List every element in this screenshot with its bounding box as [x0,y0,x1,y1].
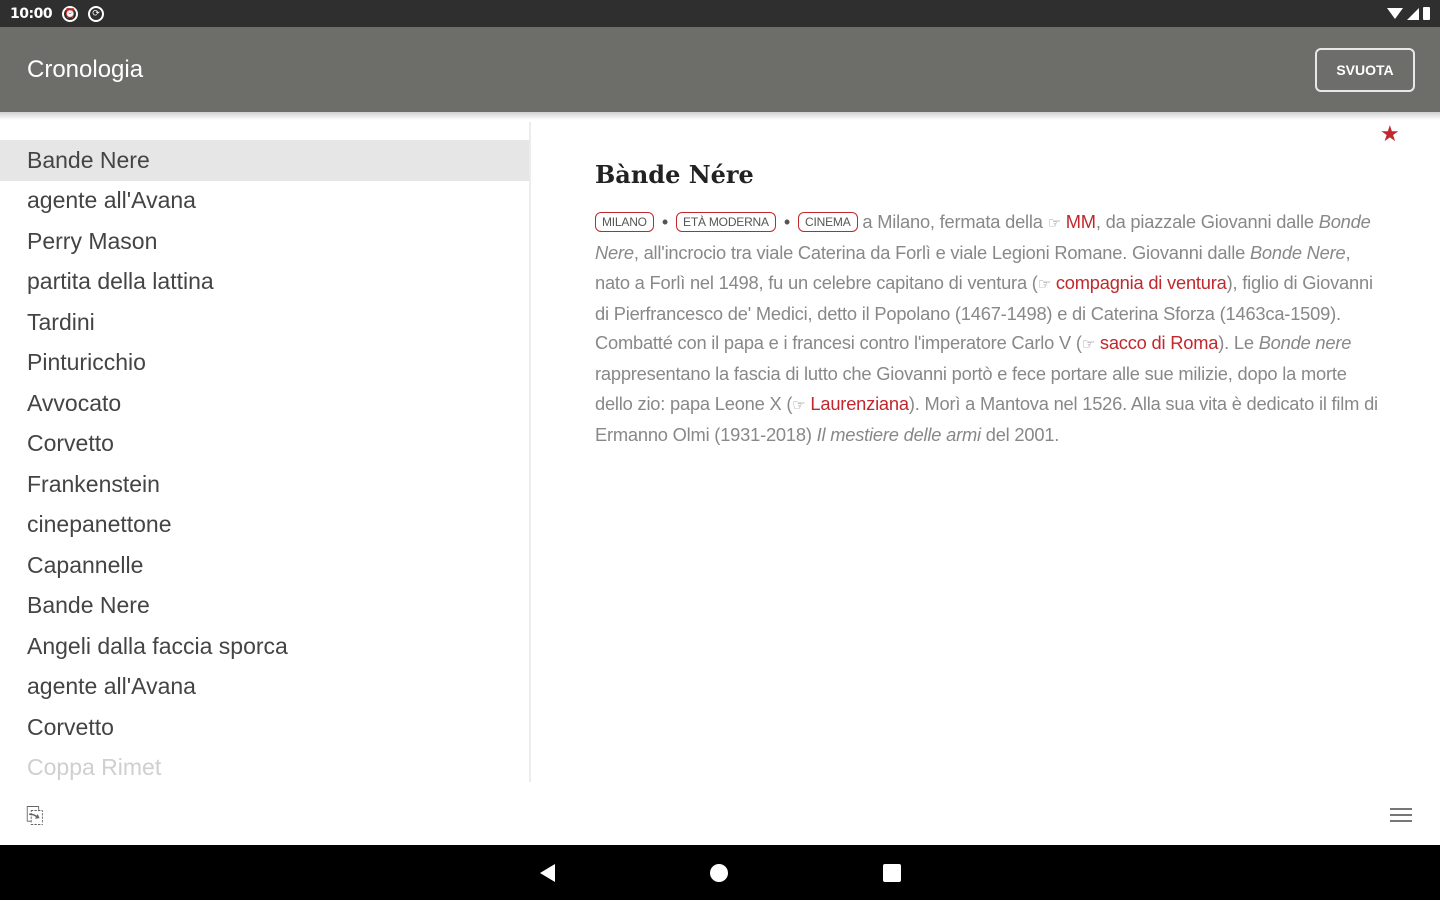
pointing-hand-icon: ☞ [792,396,806,414]
link-compagnia-di-ventura[interactable]: compagnia di ventura [1056,272,1227,293]
list-item[interactable]: Corvetto [0,424,530,465]
entry-detail: Bànde Nére MILANO • ETÀ MODERNA • CINEMA a M… [595,160,1385,449]
list-item[interactable]: agente all'Avana [0,181,530,222]
list-item[interactable]: Coppa Rimet [0,748,530,780]
body-italic: Bonde nere [1258,332,1352,354]
body-italic: Il mestiere delle armi [816,424,981,446]
system-nav-bar [0,845,1440,900]
page-title: Cronologia [27,55,144,83]
clear-history-button[interactable]: SVUOTA [1315,47,1415,92]
sync-icon: ⟳ [88,5,105,22]
tag-milano[interactable]: MILANO [595,212,654,232]
body-text: , da piazzale Giovanni dalle [1095,211,1314,232]
list-item[interactable]: cinepanettone [0,505,530,546]
pointing-hand-icon: ☞ [1081,336,1095,354]
list-item[interactable]: Avvocato [0,383,530,424]
history-list-icon[interactable]: ⎘ [26,804,52,830]
recent-apps-icon[interactable] [882,863,901,882]
tag-cinema[interactable]: CINEMA [798,212,858,232]
bottom-toolbar: ⎘ [0,790,1440,842]
tag-eta-moderna[interactable]: ETÀ MODERNA [676,212,776,232]
link-laurenziana[interactable]: Laurenziana [810,393,909,414]
pointing-hand-icon: ☞ [1037,275,1051,293]
list-item[interactable]: Frankenstein [0,464,530,505]
signal-icon [1407,7,1419,20]
alarm-icon: ⏰ [62,5,79,22]
status-bar: 10:00 ⏰ ⟳ [0,0,1440,27]
body-text: , all'incrocio tra viale Caterina da For… [633,242,1246,264]
list-item[interactable]: Bande Nere [0,586,530,627]
entry-body: MILANO • ETÀ MODERNA • CINEMA a Milano, ferm… [595,207,1385,449]
tag-separator: • [783,211,791,232]
app-bar: Cronologia SVUOTA [0,27,1440,112]
list-item[interactable]: Corvetto [0,707,530,748]
body-text: ). Le [1218,332,1254,354]
list-item[interactable]: partita della lattina [0,262,530,303]
wifi-icon [1387,8,1403,19]
list-item[interactable]: Tardini [0,302,530,343]
star-icon[interactable]: ★ [1380,122,1400,147]
list-item[interactable]: Perry Mason [0,221,530,262]
entry-title: Bànde Nére [595,160,754,189]
pointing-hand-icon: ☞ [1047,215,1061,232]
app-bar-shadow [0,112,1440,120]
pane-divider[interactable] [529,122,531,782]
battery-icon [1423,7,1430,20]
body-text: del 2001. [985,424,1060,446]
status-right [1387,7,1430,20]
list-item[interactable]: Angeli dalla faccia sporca [0,626,530,667]
back-icon[interactable] [539,863,555,882]
tag-separator: • [661,211,669,232]
list-item[interactable]: Pinturicchio [0,343,530,384]
link-mm[interactable]: MM [1066,211,1096,232]
status-time: 10:00 [10,5,53,22]
list-item[interactable]: Bande Nere [0,140,530,181]
home-icon[interactable] [709,863,728,882]
body-italic: Bonde Nere [1249,242,1346,264]
link-sacco-di-roma[interactable]: sacco di Roma [1100,332,1219,353]
history-list[interactable]: Bande Nere agente all'Avana Perry Mason … [0,140,530,780]
list-item[interactable]: agente all'Avana [0,667,530,708]
menu-icon[interactable] [1390,808,1412,826]
body-text: a Milano, fermata della [862,211,1043,232]
list-item[interactable]: Capannelle [0,545,530,586]
